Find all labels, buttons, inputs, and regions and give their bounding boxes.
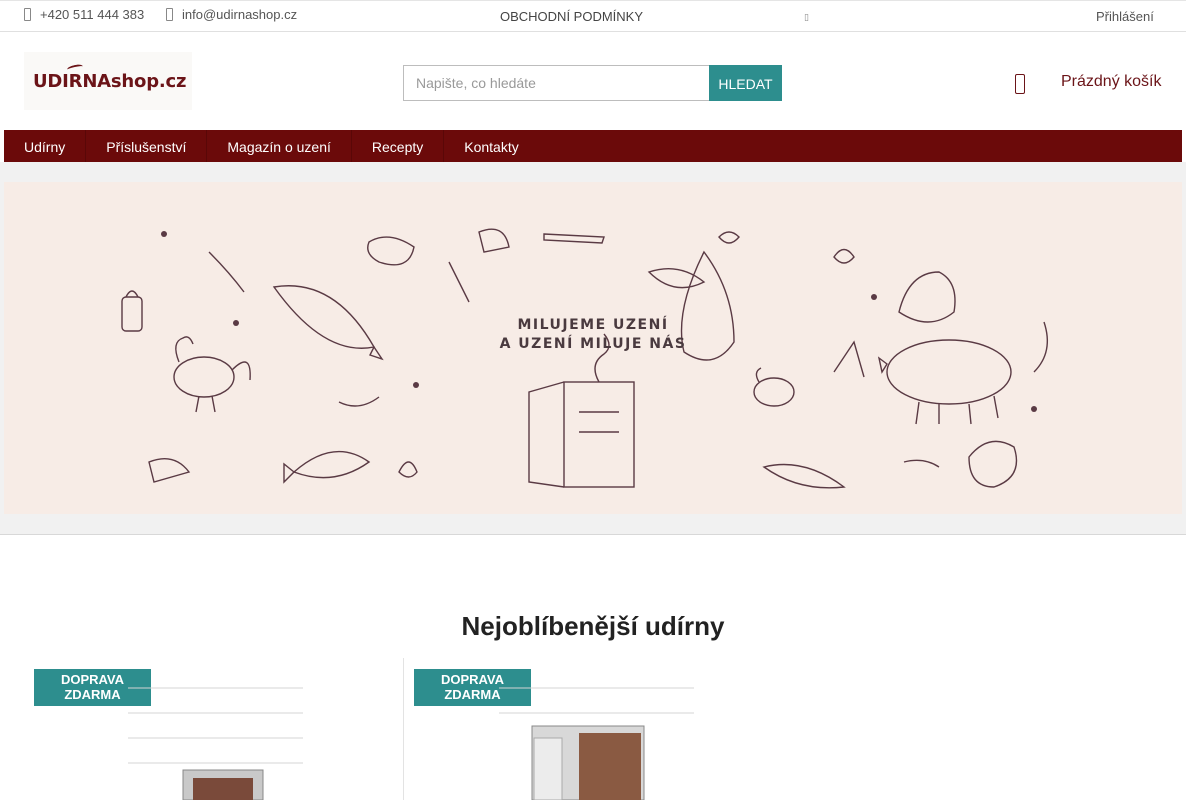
terms-link[interactable]: OBCHODNÍ PODMÍNKY [500, 9, 643, 24]
envelope-icon [166, 8, 173, 21]
hero-banner[interactable]: MILUJEME UZENÍ A UZENÍ MILUJE NÁS [4, 182, 1182, 514]
search-input[interactable] [403, 65, 709, 101]
section-title: Nejoblíbenější udírny [461, 611, 725, 641]
search-form: HLEDAT [403, 65, 782, 101]
phone-icon [24, 8, 31, 21]
top-bar: +420 511 444 383 info@udirnashop.cz OBCH… [0, 0, 1186, 32]
main-navigation: Udírny Příslušenství Magazín o uzení Rec… [4, 130, 1182, 162]
ribs-icon [478, 228, 510, 253]
hero-tagline-line1: MILUJEME UZENÍ [517, 317, 669, 333]
logo-main-text: UDIRNA [33, 70, 111, 92]
email-address[interactable]: info@udirnashop.cz [182, 7, 297, 22]
hero-section: MILUJEME UZENÍ A UZENÍ MILUJE NÁS [0, 162, 1186, 535]
pepper-icon [338, 396, 380, 407]
pepper-dot-icon-5 [1031, 406, 1037, 412]
onion-icon [398, 461, 418, 478]
nav-item-prislusenstvi[interactable]: Příslušenství [86, 130, 208, 162]
nav-item-magazin[interactable]: Magazín o uzení [207, 130, 352, 162]
garlic-icon [148, 458, 191, 483]
email-contact[interactable]: info@udirnashop.cz [166, 7, 297, 22]
phone-number[interactable]: +420 511 444 383 [40, 7, 144, 22]
carp-icon [283, 450, 371, 484]
site-logo[interactable]: UDIRNAshop.cz [24, 52, 192, 110]
search-button[interactable]: HLEDAT [709, 65, 782, 101]
tomato-icon [718, 231, 740, 244]
phone-contact[interactable]: +420 511 444 383 [24, 7, 144, 22]
pepper-dot-icon-3 [413, 382, 419, 388]
salmon-steak-icon [898, 271, 956, 323]
meat-icon [367, 236, 415, 266]
sardine-icon [762, 463, 846, 489]
herb-icon [208, 251, 245, 293]
hen-icon [753, 367, 795, 407]
herb-icon-2 [448, 261, 470, 303]
pepper-dot-icon-4 [871, 294, 877, 300]
chili-icon [903, 459, 940, 468]
login-link[interactable]: Přihlášení [1096, 9, 1154, 24]
cart-icon[interactable] [1015, 74, 1025, 94]
hero-tagline-line2: A UZENÍ MILUJE NÁS [499, 336, 687, 352]
product-card[interactable]: DOPRAVA ZDARMA [33, 658, 403, 800]
pig-icon [877, 339, 1012, 425]
onion-icon-2 [833, 248, 855, 264]
pepper-dot-icon-2 [161, 231, 167, 237]
logo-wordmark: UDIRNAshop.cz [33, 62, 187, 92]
nav-item-recepty[interactable]: Recepty [352, 130, 445, 162]
product-card[interactable]: DOPRAVA ZDARMA [403, 658, 773, 800]
steak-icon [968, 440, 1018, 488]
nav-item-kontakty[interactable]: Kontakty [444, 130, 538, 162]
product-image[interactable] [33, 658, 403, 800]
logo-suffix-text: shop.cz [110, 70, 187, 92]
bacon-icon [543, 233, 605, 244]
cart-status[interactable]: Prázdný košík [1061, 73, 1161, 91]
product-image[interactable] [404, 658, 774, 800]
nav-item-udirny[interactable]: Udírny [4, 130, 87, 162]
smoker-icon [528, 333, 635, 488]
language-icon[interactable]: ▯ [804, 12, 809, 23]
